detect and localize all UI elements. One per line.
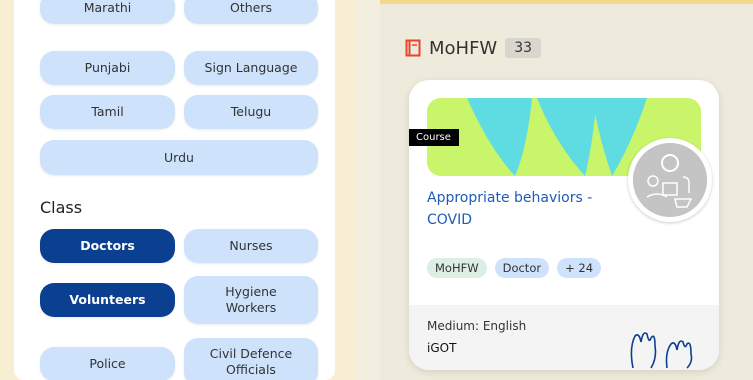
course-badge: [628, 138, 712, 222]
sign-language-hands-icon: [627, 328, 707, 370]
course-title[interactable]: Appropriate behaviors - COVID: [427, 188, 627, 231]
filter-panel[interactable]: Marathi Others Punjabi Sign Language Tam…: [14, 0, 335, 380]
class-chip-nurses[interactable]: Nurses: [184, 229, 318, 263]
group-header: MoHFW 33: [405, 35, 542, 61]
group-count-badge: 33: [505, 38, 542, 58]
class-section-title: Class: [40, 198, 83, 217]
language-chip-marathi[interactable]: Marathi: [40, 0, 175, 24]
course-medium: Medium: English: [427, 319, 527, 333]
course-type-ribbon: Course: [409, 129, 459, 146]
class-chip-hygiene-workers[interactable]: Hygiene Workers: [184, 276, 318, 324]
class-chip-police[interactable]: Police: [40, 347, 175, 380]
language-chip-sign-language[interactable]: Sign Language: [184, 51, 318, 85]
book-icon: [405, 39, 421, 57]
panel-divider: [345, 0, 355, 380]
class-chip-volunteers[interactable]: Volunteers: [40, 283, 175, 317]
tag-doctor: Doctor: [494, 258, 550, 278]
language-chip-tamil[interactable]: Tamil: [40, 95, 175, 129]
language-chip-telugu[interactable]: Telugu: [184, 95, 318, 129]
language-chip-others[interactable]: Others: [184, 0, 318, 24]
course-tags: MoHFW Doctor + 24: [427, 258, 602, 278]
language-chip-punjabi[interactable]: Punjabi: [40, 51, 175, 85]
course-provider: iGOT: [427, 341, 457, 355]
language-chip-urdu[interactable]: Urdu: [40, 140, 318, 175]
covid-behaviour-illustration: [633, 143, 707, 217]
group-title: MoHFW: [429, 37, 498, 59]
tag-mohfw: MoHFW: [427, 258, 487, 278]
class-chip-civil-defence-officials[interactable]: Civil Defence Officials: [184, 338, 318, 380]
course-card[interactable]: Course Appropriate behaviors - COVID MoH…: [409, 80, 719, 370]
class-chip-doctors[interactable]: Doctors: [40, 229, 175, 263]
tag-more-count[interactable]: + 24: [557, 258, 602, 278]
